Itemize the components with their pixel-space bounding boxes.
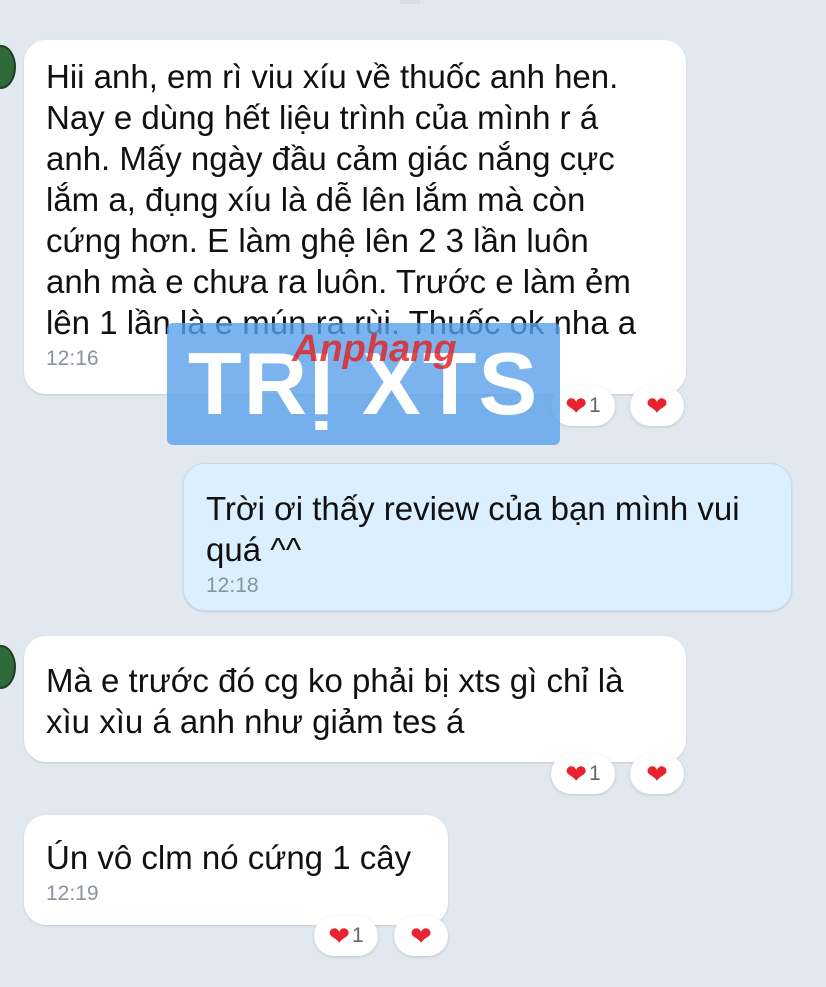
heart-icon: ❤ [410,921,432,951]
react-heart-button[interactable]: ❤ [630,386,684,426]
message-bubble-incoming[interactable]: Mà e trước đó cg ko phải bị xts gì chỉ l… [24,636,686,762]
reaction-summary[interactable]: ❤ 1 [551,754,615,794]
message-text: Trời ơi thấy review của bạn mình vui quá… [206,490,740,568]
watermark-brand: Anphang [292,328,457,370]
heart-icon: ❤ [565,759,588,789]
heart-icon: ❤ [565,391,588,421]
heart-icon: ❤ [646,391,668,421]
message-text: Hii anh, em rì viu xíu về thuốc anh hen.… [46,58,637,341]
react-heart-button[interactable]: ❤ [394,916,448,956]
message-bubble-outgoing[interactable]: Trời ơi thấy review của bạn mình vui quá… [183,463,792,611]
message-text: Ún vô clm nó cứng 1 cây [46,839,412,876]
reaction-count: 1 [352,924,364,947]
heart-icon: ❤ [328,921,351,951]
reaction-count: 1 [589,394,601,417]
reaction-summary[interactable]: ❤ 1 [314,916,378,956]
message-bubble-incoming[interactable]: Ún vô clm nó cứng 1 cây 12:19 [24,815,448,925]
sender-avatar[interactable] [0,45,16,89]
reaction-count: 1 [589,762,601,785]
reaction-summary[interactable]: ❤ 1 [551,386,615,426]
sender-avatar[interactable] [0,645,16,689]
react-heart-button[interactable]: ❤ [630,754,684,794]
heart-icon: ❤ [646,759,668,789]
message-time: 12:18 [206,574,259,597]
message-text: Mà e trước đó cg ko phải bị xts gì chỉ l… [46,662,624,740]
top-edge-divider [400,0,420,4]
message-time: 12:19 [46,882,99,905]
